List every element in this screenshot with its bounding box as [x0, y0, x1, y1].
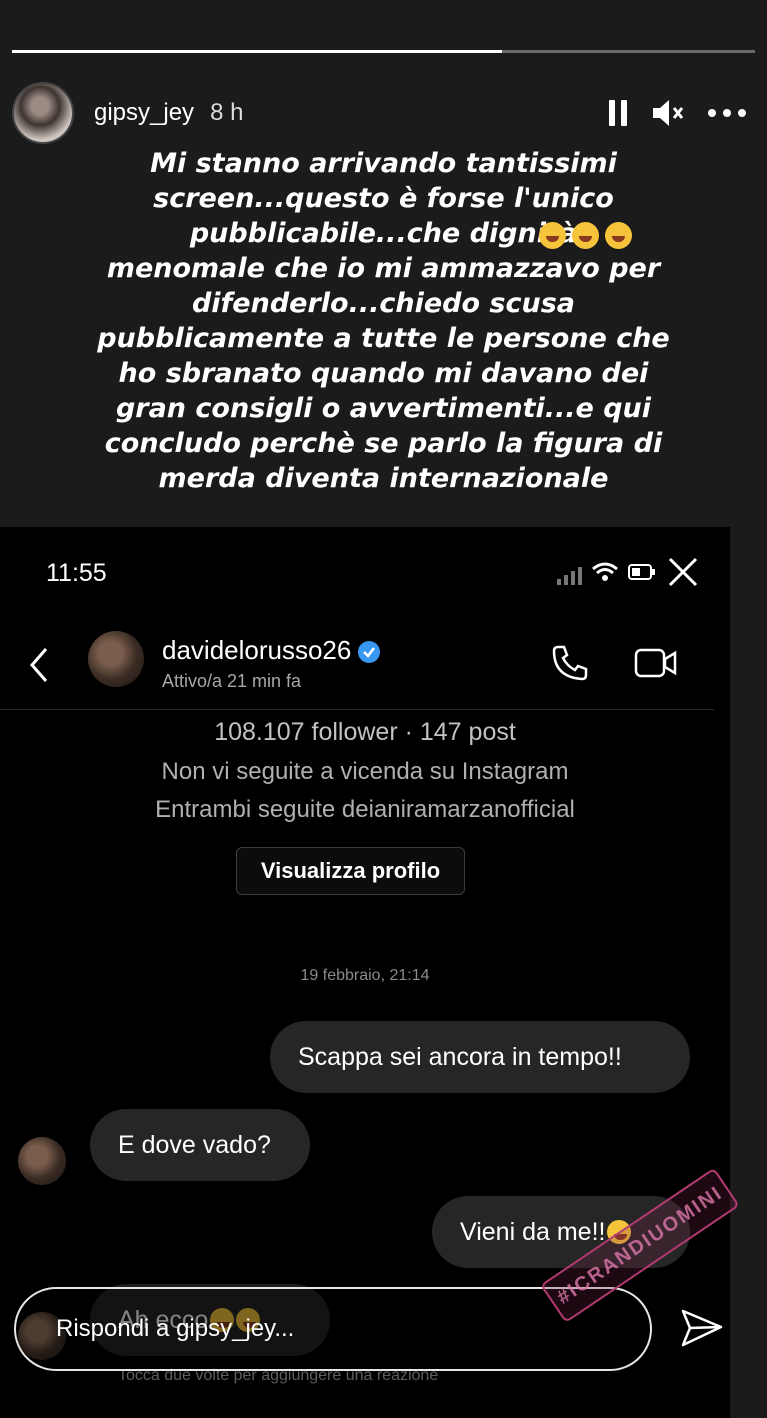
- caption-emojis: [537, 222, 632, 249]
- message-bubble-sent[interactable]: Scappa sei ancora in tempo!!: [270, 1021, 690, 1093]
- contact-avatar-small: [18, 1137, 66, 1185]
- mute-icon[interactable]: [651, 98, 685, 128]
- header-divider: [0, 709, 714, 710]
- contact-name[interactable]: davidelorusso26: [162, 635, 381, 666]
- profile-info: 108.107 follower · 147 post Non vi segui…: [0, 717, 730, 829]
- close-icon[interactable]: [666, 555, 700, 594]
- video-call-icon[interactable]: [634, 645, 678, 686]
- chat-header: davidelorusso26 Attivo/a 21 min fa: [0, 623, 730, 703]
- story-progress-bar: [12, 50, 755, 53]
- message-text: Vieni da me!!: [460, 1217, 606, 1246]
- crazy-face-emoji-icon: [605, 222, 632, 249]
- phone-call-icon[interactable]: [550, 643, 590, 688]
- story-username[interactable]: gipsy_jey: [94, 99, 194, 127]
- message-text: E dove vado?: [118, 1130, 271, 1159]
- more-options-icon[interactable]: [707, 108, 747, 118]
- contact-status: Attivo/a 21 min fa: [162, 671, 302, 691]
- story-progress-fill: [12, 50, 503, 53]
- avatar[interactable]: [12, 82, 74, 144]
- status-icons: [557, 555, 700, 594]
- back-arrow-icon[interactable]: [26, 645, 52, 690]
- pause-icon[interactable]: [607, 98, 629, 128]
- date-separator: 19 febbraio, 21:14: [300, 967, 430, 984]
- followers-line: 108.107 follower · 147 post: [214, 718, 516, 746]
- verified-badge-icon: [358, 641, 381, 664]
- reply-placeholder: Rispondi a gipsy_jey...: [56, 1315, 295, 1342]
- contact-name-text: davidelorusso26: [162, 635, 352, 665]
- view-profile-button[interactable]: Visualizza profilo: [236, 847, 465, 895]
- story-caption-text: Mi stanno arrivando tantissimi screen...…: [97, 148, 670, 494]
- status-time: 11:55: [46, 559, 107, 587]
- common-follow-line: Entrambi seguite deianiramarzanofficial: [155, 796, 575, 823]
- wifi-icon: [592, 562, 618, 587]
- signal-icon: [557, 565, 582, 585]
- story-controls: [607, 98, 755, 128]
- message-bubble-received[interactable]: E dove vado?: [90, 1109, 310, 1181]
- crazy-face-emoji-icon: [539, 222, 566, 249]
- story-progress: [12, 44, 755, 60]
- contact-avatar[interactable]: [88, 631, 144, 687]
- send-icon[interactable]: [680, 1308, 724, 1353]
- message-text: Scappa sei ancora in tempo!!: [298, 1042, 622, 1071]
- story-header: gipsy_jey 8 h: [12, 82, 755, 144]
- battery-icon: [628, 563, 656, 586]
- story-caption: Mi stanno arrivando tantissimi screen...…: [30, 146, 737, 496]
- crazy-face-emoji-icon: [572, 222, 599, 249]
- mutual-line: Non vi seguite a vicenda su Instagram: [161, 758, 569, 785]
- story-time: 8 h: [210, 99, 244, 126]
